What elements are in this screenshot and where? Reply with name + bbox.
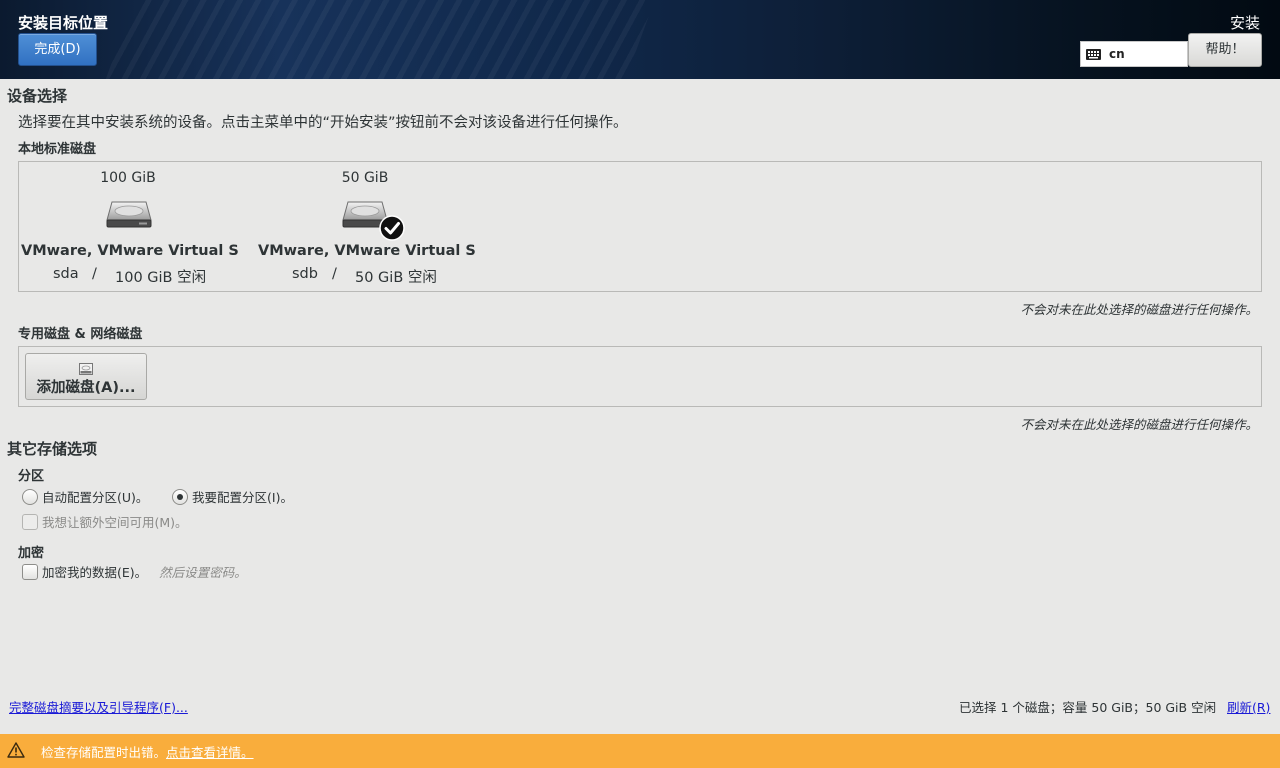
keyboard-icon (1086, 48, 1101, 60)
other-storage-title: 其它存储选项 (7, 440, 98, 458)
disk-size: 50 GiB (341, 170, 389, 186)
special-disks-label: 专用磁盘 & 网络磁盘 (18, 327, 143, 342)
hard-disk-icon (106, 198, 152, 234)
checkbox (22, 513, 38, 530)
disk-free-space: 100 GiB 空闲 (115, 270, 207, 286)
special-disks-panel (18, 346, 1262, 407)
extra-space-checkbox: 我想让额外空间可用(M)。 (22, 512, 188, 531)
selection-summary: 已选择 1 个磁盘；容量 50 GiB；50 GiB 空闲 (959, 700, 1217, 715)
disk-name: VMware, VMware Virtual S (258, 243, 476, 259)
add-disk-label: 添加磁盘(A)... (36, 380, 136, 396)
help-button[interactable]: 帮助！ (1188, 33, 1262, 67)
keyboard-layout-label: cn (1109, 47, 1125, 61)
disk-device: sda (53, 266, 79, 282)
local-disks-label: 本地标准磁盘 (18, 142, 97, 157)
warning-bar: 检查存储配置时出错。 点击查看详情。 (0, 734, 1280, 768)
refresh-link[interactable]: 刷新(R) (1227, 697, 1270, 716)
manual-partition-label: 我要配置分区(I)。 (192, 490, 293, 505)
disk-free-space: 50 GiB 空闲 (355, 270, 437, 286)
disk-separator: / (92, 266, 97, 282)
checkbox[interactable] (22, 563, 38, 580)
warning-icon (7, 741, 25, 761)
device-selection-title: 设备选择 (7, 87, 68, 105)
manual-partition-radio[interactable]: 我要配置分区(I)。 (172, 487, 293, 506)
done-button[interactable]: 完成(D) (18, 33, 97, 66)
full-disk-summary-link[interactable]: 完整磁盘摘要以及引导程序(F)... (9, 697, 188, 716)
device-selection-description: 选择要在其中安装系统的设备。点击主菜单中的“开始安装”按钮前不会对该设备进行任何… (18, 115, 628, 131)
disk-separator: / (332, 266, 337, 282)
keyboard-layout-indicator[interactable]: cn (1080, 41, 1188, 67)
encrypt-data-label: 加密我的数据(E)。 (42, 565, 148, 580)
add-disk-button[interactable]: 添加磁盘(A)... (25, 353, 147, 400)
page-title: 安装目标位置 (18, 14, 109, 32)
auto-partition-label: 自动配置分区(U)。 (42, 490, 149, 505)
special-disks-note: 不会对未在此处选择的磁盘进行任何操作。 (1020, 417, 1258, 432)
disk-sdb[interactable]: 50 GiB VMware, VMware Virtual S sdb / 50… (258, 162, 476, 291)
disk-device: sdb (292, 266, 318, 282)
auto-partition-radio[interactable]: 自动配置分区(U)。 (22, 487, 148, 506)
header-bar: 安装目标位置 完成(D) 安装 cn 帮助！ (0, 0, 1280, 79)
encrypt-hint: 然后设置密码。 (159, 565, 247, 580)
encrypt-data-checkbox[interactable]: 加密我的数据(E)。 然后设置密码。 (22, 562, 247, 581)
disk-name: VMware, VMware Virtual S (21, 243, 239, 259)
warning-details-link[interactable]: 点击查看详情。 (166, 742, 254, 761)
warning-message: 检查存储配置时出错。 (41, 744, 167, 760)
disk-sda[interactable]: 100 GiB VMware, VMware Virtual S sda / 1… (21, 162, 239, 291)
radio-button[interactable] (22, 488, 38, 505)
extra-space-label: 我想让额外空间可用(M)。 (42, 515, 188, 530)
product-title: 安装 (1229, 14, 1260, 32)
encryption-label: 加密 (18, 546, 45, 561)
selected-check-icon (379, 215, 405, 245)
local-disks-note: 不会对未在此处选择的磁盘进行任何操作。 (1020, 302, 1258, 317)
partition-label: 分区 (18, 469, 45, 484)
disk-size: 100 GiB (100, 170, 156, 186)
local-disks-panel: 100 GiB VMware, VMware Virtual S sda / 1… (18, 161, 1262, 292)
radio-button-selected[interactable] (172, 488, 188, 505)
